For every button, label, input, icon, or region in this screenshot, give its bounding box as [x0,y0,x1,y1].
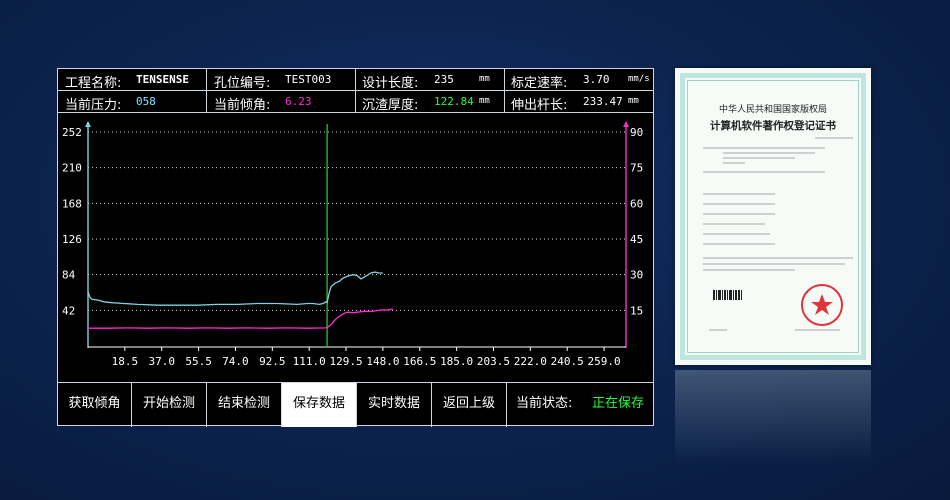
y-left-tick-label: 210 [62,162,82,175]
copyright-certificate: 中华人民共和国国家版权局 计算机软件著作权登记证书 [675,68,871,365]
calibration-rate-label: 标定速率: [511,76,568,91]
status-label: 当前状态: [516,396,573,411]
status-value: 正在保存 [592,396,645,411]
button-bar: 获取倾角 开始检测 结束检测 保存数据 实时数据 返回上级 当前状态: 正在保存 [58,382,653,427]
back-button[interactable]: 返回上级 [432,383,507,427]
x-tick-label: 148.0 [366,355,399,368]
header-col-divider-1 [206,69,207,113]
hole-number-value: TEST003 [285,73,332,86]
x-tick-label: 92.5 [259,355,286,368]
hole-number-label: 孔位编号: [214,76,271,91]
y-right-tick-label: 60 [630,197,643,210]
pressure-series-line [87,271,383,306]
current-pressure-value: 058 [136,95,156,108]
current-tilt-label: 当前倾角: [214,98,271,113]
current-pressure-label: 当前压力: [65,98,122,113]
y-right-tick-label: 75 [630,162,643,175]
y-right-tick-label: 45 [630,233,643,246]
y-left-tick-label: 168 [62,197,82,210]
realtime-data-button[interactable]: 实时数据 [357,383,432,427]
y-left-tick-label: 126 [62,233,82,246]
x-tick-label: 18.5 [112,355,139,368]
x-tick-label: 111.0 [293,355,326,368]
x-tick-label: 55.5 [185,355,212,368]
project-name-value: TENSENSE [136,73,189,86]
rod-extension-label: 伸出杆长: [511,98,568,113]
current-tilt-value: 6.23 [285,95,312,108]
save-data-button[interactable]: 保存数据 [282,383,357,427]
certificate-body [703,137,853,331]
y-right-tick-label: 90 [630,126,643,139]
x-tick-label: 166.5 [403,355,436,368]
y-left-tick-label: 42 [62,304,75,317]
design-length-value: 235 [434,73,454,86]
y-left-tick-label: 252 [62,126,82,139]
rod-extension-unit: mm [628,96,639,106]
sediment-thickness-label: 沉渣厚度: [362,98,419,113]
y-right-tick-label: 30 [630,269,643,282]
rod-extension-value: 233.47 [583,95,623,108]
x-tick-label: 240.5 [551,355,584,368]
x-tick-label: 74.0 [222,355,249,368]
design-length-label: 设计长度: [362,76,419,91]
calibration-rate-unit: mm/s [628,74,650,84]
x-tick-label: 185.0 [440,355,473,368]
x-tick-label: 203.5 [477,355,510,368]
y-right-axis-arrow [623,121,629,127]
end-detection-button[interactable]: 结束检测 [207,383,282,427]
x-tick-label: 259.0 [588,355,621,368]
instrument-screen: 工程名称: TENSENSE 孔位编号: TEST003 设计长度: 235 m… [57,68,654,427]
x-tick-label: 129.5 [329,355,362,368]
tilt-series-line [88,308,394,329]
y-left-tick-label: 84 [62,269,76,282]
x-tick-label: 37.0 [148,355,175,368]
project-name-label: 工程名称: [65,76,122,91]
sediment-thickness-unit: mm [479,96,490,106]
sediment-thickness-value: 122.84 [434,95,474,108]
get-tilt-button[interactable]: 获取倾角 [58,383,132,427]
start-detection-button[interactable]: 开始检测 [132,383,207,427]
detection-chart: 252 90 210 75 168 60 126 45 84 30 42 15 18.5 37.0 55.5… [62,121,643,368]
x-tick-label: 222.0 [514,355,547,368]
y-left-axis-arrow [85,121,91,127]
y-right-tick-label: 15 [630,304,643,317]
design-length-unit: mm [479,74,490,84]
header-col-divider-2 [355,69,356,113]
certificate-reflection [675,370,871,480]
header-col-divider-3 [504,69,505,113]
calibration-rate-value: 3.70 [583,73,610,86]
